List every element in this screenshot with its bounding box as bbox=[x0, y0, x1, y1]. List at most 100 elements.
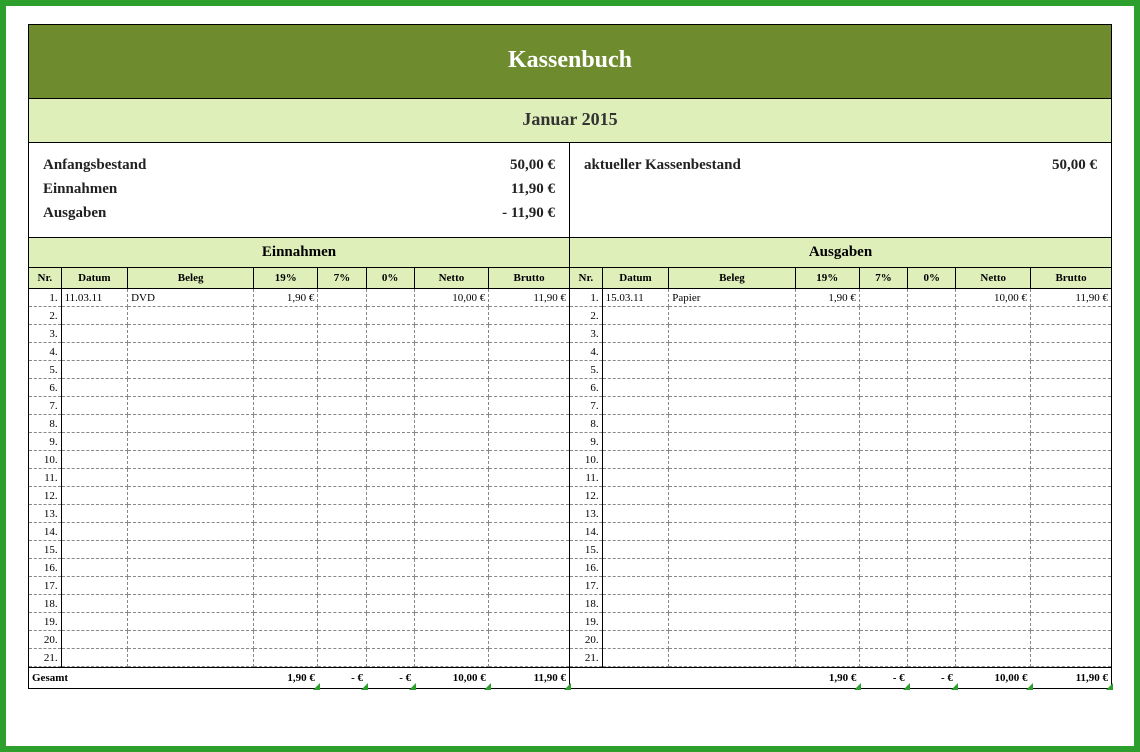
cell[interactable] bbox=[318, 595, 366, 613]
cell[interactable] bbox=[489, 361, 569, 379]
cell[interactable]: Papier bbox=[669, 289, 795, 307]
cell[interactable]: 19. bbox=[29, 613, 61, 631]
cell[interactable] bbox=[414, 415, 489, 433]
cell[interactable] bbox=[489, 487, 569, 505]
cell[interactable] bbox=[602, 595, 669, 613]
cell[interactable] bbox=[669, 505, 795, 523]
cell[interactable] bbox=[366, 379, 414, 397]
cell[interactable] bbox=[489, 451, 569, 469]
cell[interactable] bbox=[254, 541, 318, 559]
cell[interactable] bbox=[254, 613, 318, 631]
cell[interactable]: 13. bbox=[570, 505, 602, 523]
cell[interactable] bbox=[908, 289, 956, 307]
cell[interactable] bbox=[318, 325, 366, 343]
cell[interactable] bbox=[489, 325, 569, 343]
cell[interactable] bbox=[669, 433, 795, 451]
cell[interactable] bbox=[1031, 559, 1111, 577]
cell[interactable]: 12. bbox=[570, 487, 602, 505]
cell[interactable]: 15. bbox=[570, 541, 602, 559]
cell[interactable] bbox=[908, 397, 956, 415]
cell[interactable] bbox=[128, 649, 254, 667]
cell[interactable] bbox=[1031, 343, 1111, 361]
cell[interactable] bbox=[61, 595, 127, 613]
cell[interactable]: 4. bbox=[29, 343, 61, 361]
cell[interactable] bbox=[414, 613, 489, 631]
cell[interactable]: 10,00 € bbox=[956, 289, 1031, 307]
cell[interactable] bbox=[254, 469, 318, 487]
cell[interactable]: 16. bbox=[29, 559, 61, 577]
cell[interactable] bbox=[489, 631, 569, 649]
cell[interactable] bbox=[908, 307, 956, 325]
cell[interactable] bbox=[602, 577, 669, 595]
cell[interactable] bbox=[859, 343, 907, 361]
cell[interactable] bbox=[859, 289, 907, 307]
cell[interactable] bbox=[318, 307, 366, 325]
cell[interactable] bbox=[859, 577, 907, 595]
cell[interactable]: 4. bbox=[570, 343, 602, 361]
cell[interactable] bbox=[669, 523, 795, 541]
cell[interactable] bbox=[489, 577, 569, 595]
cell[interactable]: 18. bbox=[570, 595, 602, 613]
cell[interactable] bbox=[908, 433, 956, 451]
cell[interactable] bbox=[414, 631, 489, 649]
cell[interactable] bbox=[956, 379, 1031, 397]
cell[interactable] bbox=[318, 559, 366, 577]
cell[interactable] bbox=[908, 523, 956, 541]
cell[interactable] bbox=[318, 433, 366, 451]
cell[interactable] bbox=[128, 541, 254, 559]
cell[interactable]: 20. bbox=[29, 631, 61, 649]
cell[interactable] bbox=[254, 307, 318, 325]
cell[interactable] bbox=[254, 415, 318, 433]
cell[interactable] bbox=[859, 613, 907, 631]
cell[interactable] bbox=[366, 505, 414, 523]
cell[interactable] bbox=[489, 613, 569, 631]
cell[interactable]: 5. bbox=[29, 361, 61, 379]
cell[interactable] bbox=[908, 343, 956, 361]
cell[interactable] bbox=[908, 379, 956, 397]
cell[interactable] bbox=[602, 307, 669, 325]
cell[interactable] bbox=[61, 433, 127, 451]
cell[interactable] bbox=[128, 505, 254, 523]
cell[interactable] bbox=[128, 397, 254, 415]
cell[interactable] bbox=[795, 415, 859, 433]
cell[interactable] bbox=[318, 613, 366, 631]
cell[interactable] bbox=[489, 649, 569, 667]
cell[interactable]: 6. bbox=[29, 379, 61, 397]
cell[interactable] bbox=[1031, 469, 1111, 487]
cell[interactable] bbox=[366, 289, 414, 307]
cell[interactable] bbox=[1031, 631, 1111, 649]
cell[interactable] bbox=[602, 343, 669, 361]
cell[interactable] bbox=[414, 559, 489, 577]
cell[interactable]: 2. bbox=[570, 307, 602, 325]
cell[interactable] bbox=[795, 505, 859, 523]
cell[interactable] bbox=[795, 649, 859, 667]
cell[interactable] bbox=[956, 595, 1031, 613]
cell[interactable] bbox=[318, 469, 366, 487]
cell[interactable] bbox=[956, 307, 1031, 325]
cell[interactable] bbox=[489, 433, 569, 451]
cell[interactable] bbox=[1031, 433, 1111, 451]
cell[interactable] bbox=[61, 307, 127, 325]
cell[interactable] bbox=[61, 631, 127, 649]
cell[interactable] bbox=[859, 397, 907, 415]
cell[interactable] bbox=[61, 559, 127, 577]
cell[interactable] bbox=[602, 631, 669, 649]
cell[interactable] bbox=[602, 469, 669, 487]
cell[interactable] bbox=[1031, 541, 1111, 559]
cell[interactable] bbox=[859, 541, 907, 559]
cell[interactable]: 17. bbox=[29, 577, 61, 595]
cell[interactable]: 12. bbox=[29, 487, 61, 505]
cell[interactable] bbox=[669, 397, 795, 415]
cell[interactable] bbox=[602, 559, 669, 577]
cell[interactable] bbox=[669, 559, 795, 577]
cell[interactable] bbox=[908, 613, 956, 631]
cell[interactable] bbox=[414, 397, 489, 415]
cell[interactable] bbox=[128, 559, 254, 577]
cell[interactable] bbox=[366, 595, 414, 613]
cell[interactable] bbox=[366, 325, 414, 343]
cell[interactable] bbox=[956, 451, 1031, 469]
cell[interactable] bbox=[669, 613, 795, 631]
cell[interactable]: 10. bbox=[570, 451, 602, 469]
cell[interactable] bbox=[602, 361, 669, 379]
cell[interactable]: 7. bbox=[29, 397, 61, 415]
